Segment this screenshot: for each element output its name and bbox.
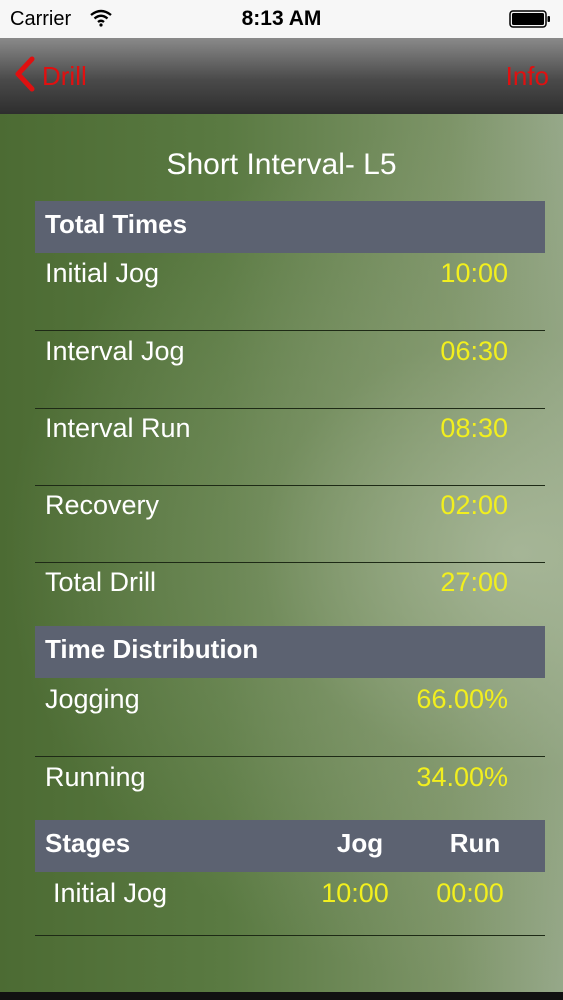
table-row: Interval Jog 06:30 [35, 331, 545, 409]
chevron-left-icon [14, 56, 36, 97]
row-value: 27:00 [440, 567, 508, 597]
table-row: Running 34.00% [35, 757, 545, 820]
status-bar: Carrier 8:13 AM [0, 0, 563, 38]
back-button-label: Drill [42, 60, 87, 91]
row-label: Interval Jog [45, 336, 185, 366]
section-header-time-distribution: Time Distribution [35, 626, 545, 678]
row-value: 66.00% [416, 684, 508, 714]
row-value: 02:00 [440, 490, 508, 520]
row-value: 06:30 [440, 336, 508, 366]
section-title: Time Distribution [45, 634, 259, 664]
table-row: Interval Run 08:30 [35, 408, 545, 486]
row-label: Running [45, 762, 146, 792]
navigation-bar: Drill Info [0, 38, 563, 114]
section-header-stages: Stages Jog Run [35, 820, 545, 872]
row-label: Initial Jog [45, 258, 160, 288]
table-row: Initial Jog 10:00 00:00 [35, 873, 545, 936]
stage-run-value: 00:00 [436, 878, 504, 908]
battery-icon [509, 10, 551, 33]
table-row: Jogging 66.00% [35, 679, 545, 757]
row-label: Recovery [45, 490, 160, 520]
section-header-total-times: Total Times [35, 201, 545, 253]
back-button[interactable]: Drill [14, 56, 87, 96]
column-header-jog: Jog [336, 828, 384, 858]
row-label: Interval Run [45, 413, 191, 443]
info-button[interactable]: Info [506, 61, 549, 92]
bottom-bar [0, 992, 563, 1000]
table-row: Initial Jog 10:00 [35, 253, 545, 331]
column-header-run: Run [449, 828, 501, 858]
row-label: Total Drill [45, 567, 157, 597]
row-label: Jogging [45, 684, 140, 714]
page-title: Short Interval- L5 [166, 148, 397, 181]
section-title: Stages [45, 828, 131, 858]
row-value: 10:00 [440, 258, 508, 288]
content-area: Short Interval- L5 Total Times Initial J… [0, 114, 563, 992]
table-row: Recovery 02:00 [35, 485, 545, 563]
section-title: Total Times [45, 209, 188, 239]
row-label: Initial Jog [53, 878, 168, 908]
row-value: 34.00% [416, 762, 508, 792]
row-value: 08:30 [440, 413, 508, 443]
stage-jog-value: 10:00 [321, 878, 389, 908]
status-time: 8:13 AM [241, 7, 322, 30]
table-row: Total Drill 27:00 [35, 562, 545, 626]
